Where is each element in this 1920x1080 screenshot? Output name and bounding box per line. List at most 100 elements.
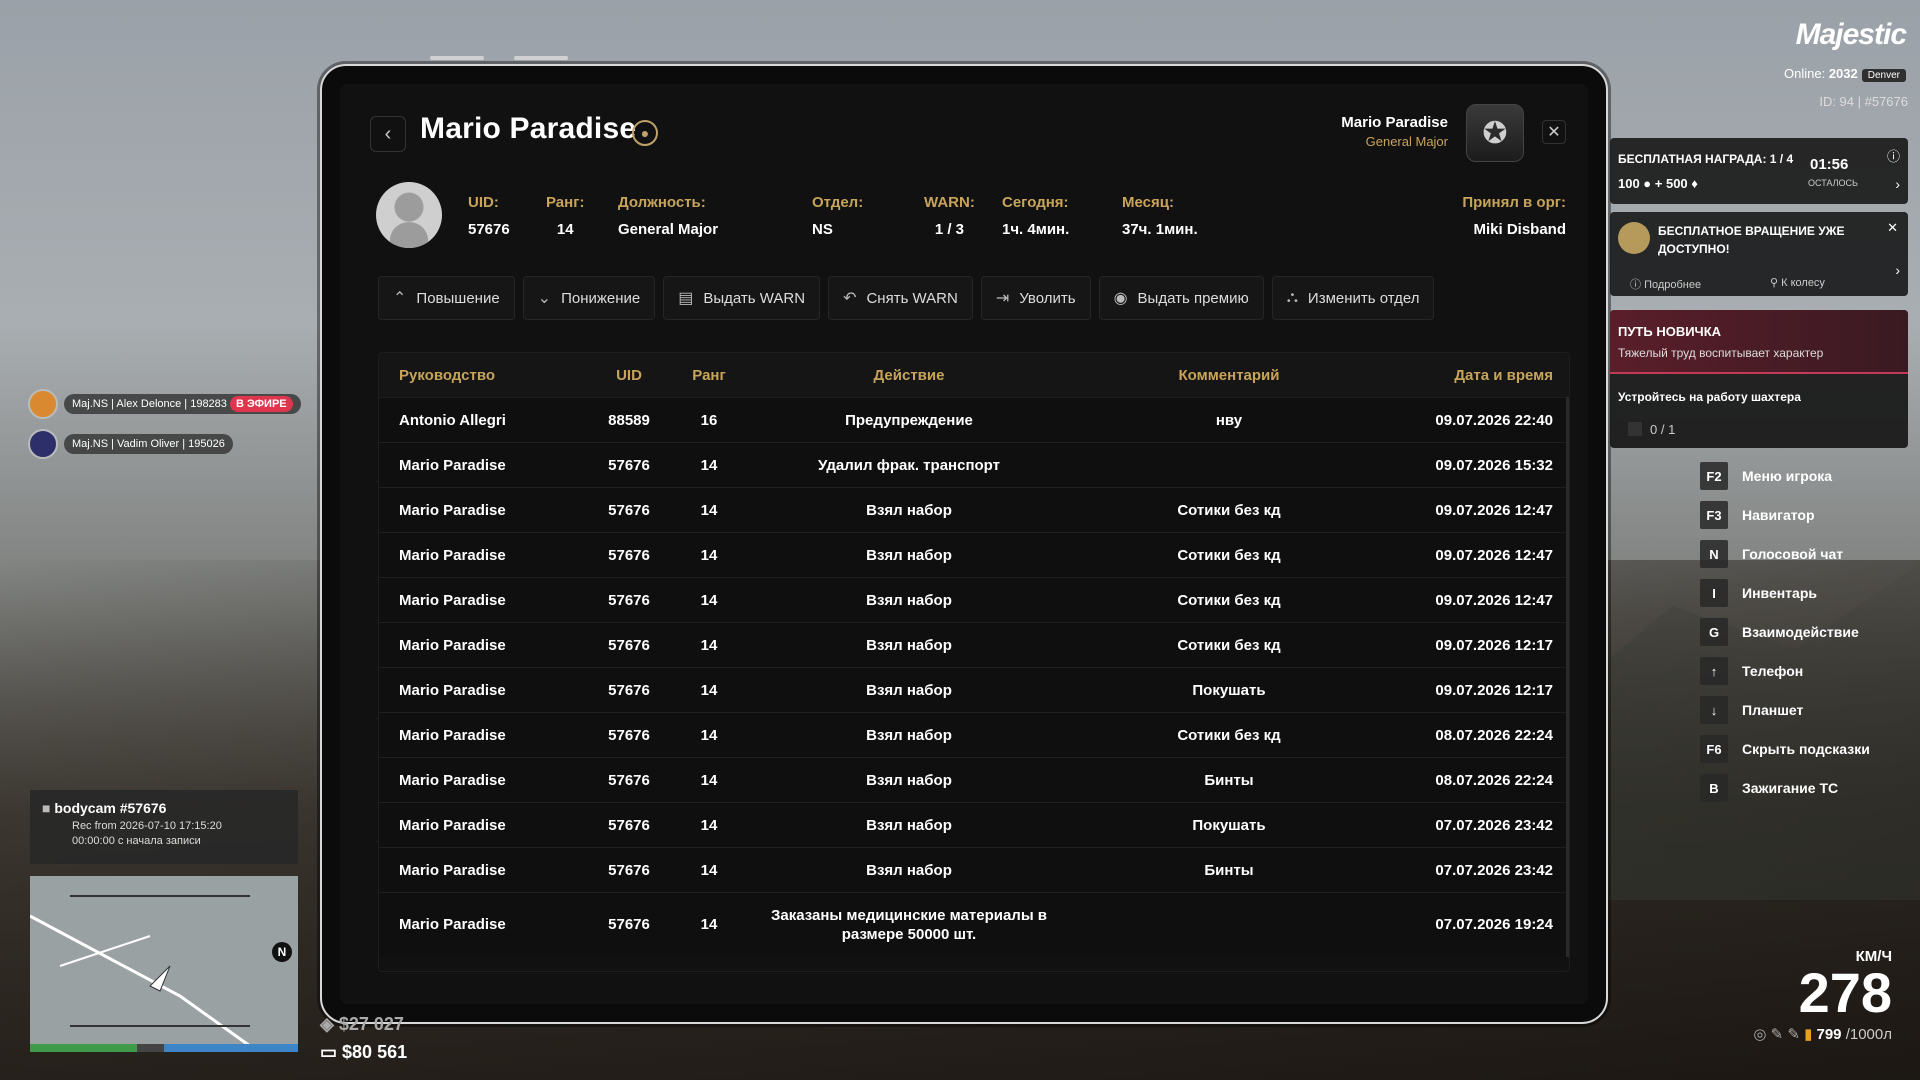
- table-cell: Mario Paradise: [399, 456, 506, 474]
- key-cap: F3: [1700, 501, 1728, 529]
- key-label: Скрыть подсказки: [1742, 741, 1870, 757]
- quest-progress: 0 / 1: [1650, 422, 1676, 437]
- table-cell: 07.07.2026 19:24: [1435, 916, 1553, 933]
- table-row[interactable]: Mario Paradise 57676 14 Взял набор Сотики бе…: [379, 487, 1569, 532]
- speaker-name: Maj.NS | Vadim Oliver | 195026: [64, 434, 233, 454]
- table-row[interactable]: Mario Paradise 57676 14 Взял набор Сотики бе…: [379, 622, 1569, 667]
- key-cap: ↑: [1700, 657, 1728, 685]
- person-icon[interactable]: ●: [632, 120, 658, 146]
- card-icon: ▭: [320, 1042, 338, 1062]
- cash-value: $27 027: [338, 1014, 404, 1034]
- table-cell: 07.07.2026 23:42: [1435, 861, 1553, 879]
- info-value: 14: [556, 221, 574, 238]
- info-rank: Ранг: 14: [546, 194, 584, 238]
- chevron-right-icon[interactable]: ›: [1895, 176, 1900, 192]
- give-warn-button[interactable]: ▤ Выдать WARN: [663, 276, 821, 320]
- column-header: Действие: [873, 366, 945, 384]
- reward-card[interactable]: БЕСПЛАТНАЯ НАГРАДА: 1 / 4 100 ● + 500 ♦ …: [1610, 138, 1908, 204]
- table-cell: 09.07.2026 12:47: [1435, 501, 1553, 519]
- table-cell: 57676: [608, 456, 650, 474]
- hotkey-hint: I Инвентарь: [1700, 579, 1817, 607]
- person-exit-icon: ⇥: [995, 290, 1010, 307]
- info-label: Ранг:: [546, 194, 585, 211]
- column-header: Ранг: [692, 366, 726, 384]
- give-bonus-button[interactable]: ◉ Выдать премию: [1098, 276, 1264, 320]
- tablet-handle: [514, 56, 568, 60]
- fire-button[interactable]: ⇥ Уволить: [980, 276, 1091, 320]
- hierarchy-icon: ⛬: [1286, 289, 1298, 306]
- current-user-name: Mario Paradise: [1341, 114, 1448, 131]
- fuel-max: /1000л: [1845, 1026, 1892, 1043]
- table-cell: 57676: [608, 501, 650, 519]
- info-value: 1ч. 4мин.: [1002, 221, 1070, 238]
- table-row[interactable]: Mario Paradise 57676 14 Взял набор Покушать 0…: [379, 667, 1569, 712]
- logo: Majestic: [1795, 18, 1907, 51]
- info-today: Сегодня: 1ч. 4мин.: [1002, 194, 1069, 238]
- online-label: Online:: [1784, 66, 1826, 81]
- spin-wheel-link[interactable]: ⚲ К колесу: [1770, 276, 1825, 289]
- close-button[interactable]: ✕: [1542, 120, 1566, 144]
- tablet: ‹ Mario Paradise ● Mario Paradise Genera…: [320, 64, 1608, 1024]
- chevron-right-icon[interactable]: ›: [1895, 262, 1900, 278]
- table-cell: 14: [700, 591, 718, 609]
- hotkey-hint: N Голосовой чат: [1700, 540, 1843, 568]
- speed-value: 278: [1798, 961, 1892, 1024]
- key-cap: G: [1700, 618, 1728, 646]
- speedometer: КМ/Ч 278 ◎ ✎ ✎ ▮ 799 /1000л: [1753, 948, 1892, 1043]
- table-cell: 57676: [608, 726, 650, 744]
- info-icon[interactable]: ⓘ: [1887, 146, 1900, 165]
- bank-value: $80 561: [342, 1042, 408, 1062]
- key-label: Меню игрока: [1742, 468, 1833, 484]
- key-label: Телефон: [1742, 663, 1804, 679]
- table-row[interactable]: Mario Paradise 57676 14 Взял набор Покушать 0…: [379, 802, 1569, 847]
- table-cell: Бинты: [1204, 771, 1254, 789]
- quest-task: Устройтесь на работу шахтера: [1618, 390, 1801, 404]
- change-department-button[interactable]: ⛬ Изменить отдел: [1271, 276, 1435, 320]
- info-position: Должность: General Major: [618, 194, 718, 238]
- table-cell: Mario Paradise: [399, 726, 506, 744]
- avatar: [376, 182, 442, 248]
- demote-button[interactable]: ⌄ Понижение: [522, 276, 656, 320]
- table-cell: Сотики без кд: [1177, 591, 1281, 609]
- chevron-left-icon: ‹: [384, 122, 392, 145]
- table-body: Antonio Allegri 88589 16 Предупреждение нву 0…: [379, 397, 1569, 956]
- spin-card[interactable]: БЕСПЛАТНОЕ ВРАЩЕНИЕ УЖЕ ДОСТУПНО! ✕ ⓘ По…: [1610, 212, 1908, 296]
- table-cell: 14: [700, 681, 718, 699]
- info-label: Должность:: [618, 194, 706, 211]
- table-cell: 14: [700, 456, 718, 474]
- table-cell: Mario Paradise: [399, 861, 506, 879]
- promote-button[interactable]: ⌃ Повышение: [378, 276, 515, 320]
- remove-warn-button[interactable]: ↶ Снять WARN: [828, 276, 973, 320]
- table-row[interactable]: Mario Paradise 57676 14 Взял набор Бинты 07.0…: [379, 847, 1569, 892]
- table-row[interactable]: Mario Paradise 57676 14 Взял набор Сотики бе…: [379, 532, 1569, 577]
- key-label: Голосовой чат: [1742, 546, 1844, 562]
- table-row[interactable]: Mario Paradise 57676 14 Взял набор Бинты 08.0…: [379, 757, 1569, 802]
- table-row[interactable]: Mario Paradise 57676 14 Взял набор Сотики бе…: [379, 712, 1569, 757]
- button-label: Изменить отдел: [1307, 289, 1420, 307]
- back-button[interactable]: ‹: [370, 116, 406, 152]
- voice-speaker: Maj.NS | Alex Delonce | 198283 В ЭФИРЕ: [28, 389, 301, 419]
- key-label: Навигатор: [1742, 507, 1815, 523]
- reward-values: 100 ● + 500 ♦: [1618, 176, 1698, 191]
- button-label: Выдать премию: [1137, 289, 1249, 307]
- table-row[interactable]: Antonio Allegri 88589 16 Предупреждение нву 0…: [379, 397, 1569, 442]
- close-icon[interactable]: ✕: [1887, 220, 1898, 236]
- info-label: Месяц:: [1122, 194, 1174, 211]
- bodycam-rec: Rec from 2026-07-10 17:15:20: [72, 820, 222, 832]
- table-cell: 57676: [608, 771, 650, 789]
- table-cell: Сотики без кд: [1177, 501, 1281, 519]
- table-row[interactable]: Mario Paradise 57676 14 Взял набор Сотики бе…: [379, 577, 1569, 622]
- key-label: Инвентарь: [1742, 585, 1817, 601]
- table-cell: 57676: [608, 916, 650, 933]
- key-cap: F2: [1700, 462, 1728, 490]
- current-user: Mario Paradise General Major: [1341, 114, 1448, 149]
- spin-more-link[interactable]: ⓘ Подробнее: [1630, 276, 1701, 292]
- info-value: 1 / 3: [934, 221, 964, 238]
- star-badge-icon: ✪: [1466, 104, 1524, 162]
- table-cell: Взял набор: [866, 591, 952, 609]
- info-hired-by: Принял в орг: Miki Disband: [1462, 194, 1566, 238]
- table-row[interactable]: Mario Paradise 57676 14 Заказаны медицински…: [379, 892, 1569, 956]
- table-row[interactable]: Mario Paradise 57676 14 Удалил фрак. трансп…: [379, 442, 1569, 487]
- scrollbar[interactable]: [1566, 397, 1569, 957]
- chevron-up-icon: ⌃: [393, 290, 407, 307]
